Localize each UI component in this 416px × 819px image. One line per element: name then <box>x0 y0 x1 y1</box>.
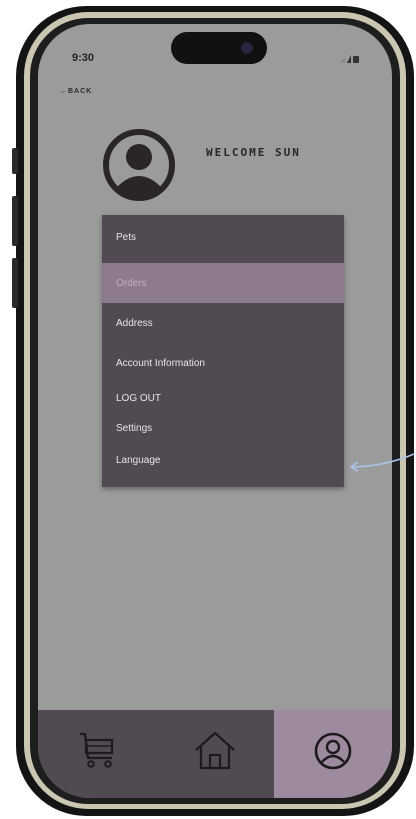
profile-icon <box>314 732 352 770</box>
menu-item-label: Pets <box>116 231 137 243</box>
home-icon <box>195 731 235 770</box>
menu-item-label: LOG OUT <box>116 392 162 404</box>
menu-item-language[interactable]: Language <box>102 445 344 475</box>
menu-item-account-information[interactable]: Account Information <box>102 343 344 383</box>
app-screen: 9:30 ←BACK WELCOME SUN Pets Orders Addre… <box>38 24 392 798</box>
phone-mockup: 9:30 ←BACK WELCOME SUN Pets Orders Addre… <box>0 0 416 819</box>
camera-icon <box>241 42 253 54</box>
menu-item-label: Address <box>116 317 153 329</box>
avatar-icon <box>103 129 175 201</box>
bottom-nav <box>38 710 392 798</box>
signal-battery-icon <box>339 55 359 63</box>
status-time: 9:30 <box>72 52 95 64</box>
back-link[interactable]: ←BACK <box>60 88 92 95</box>
profile-menu: Pets Orders Address Account Information … <box>102 215 344 487</box>
welcome-text: WELCOME SUN <box>206 146 301 159</box>
menu-item-settings[interactable]: Settings <box>102 413 344 443</box>
menu-item-address[interactable]: Address <box>102 303 344 343</box>
mute-switch <box>12 148 18 174</box>
menu-item-log-out[interactable]: LOG OUT <box>102 383 344 413</box>
nav-profile-button[interactable] <box>274 710 392 798</box>
cart-icon <box>80 732 114 768</box>
nav-cart-button[interactable] <box>38 710 156 798</box>
menu-item-label: Language <box>116 454 161 466</box>
volume-down-button <box>12 258 18 308</box>
dynamic-island <box>171 32 267 64</box>
volume-up-button <box>12 196 18 246</box>
menu-item-label: Settings <box>116 422 153 434</box>
menu-item-label: Account Information <box>116 357 205 369</box>
nav-home-button[interactable] <box>156 710 274 798</box>
menu-item-orders[interactable]: Orders <box>102 263 344 303</box>
menu-item-label: Orders <box>116 277 147 289</box>
menu-item-pets[interactable]: Pets <box>102 217 344 257</box>
annotation-arrow-icon <box>349 453 415 472</box>
